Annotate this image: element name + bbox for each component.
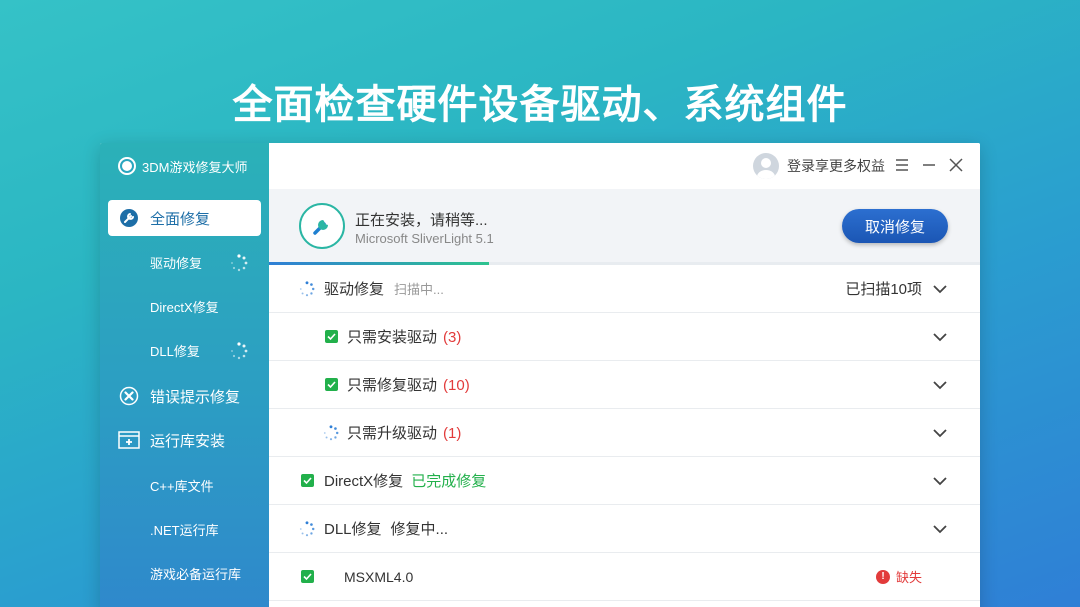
checkbox-checked-icon[interactable] [323,329,339,345]
row-status: 已完成修复 [411,473,486,490]
row-install-only[interactable]: 只需安装驱动 (3) [269,313,980,361]
title-bar: 登录享更多权益 [269,143,980,189]
app-logo-icon [118,157,136,175]
row-title: 只需安装驱动 [347,329,437,346]
install-box-icon [118,429,140,451]
error-x-icon [118,385,140,407]
missing-label: 缺失 [896,567,922,586]
sidebar-item-dotnet-runtime[interactable]: .NET运行库 [150,520,219,539]
avatar-icon [753,153,779,179]
repair-tool-icon [299,203,345,249]
row-label: 只需升级驱动 (1) [347,422,461,443]
row-msxml[interactable]: MSXML4.0 ! 缺失 [269,553,980,601]
row-title: 驱动修复 [324,281,384,298]
loading-spinner-icon [323,425,339,441]
chevron-down-icon[interactable] [932,281,948,297]
row-title: DLL修复 [324,521,382,538]
wrench-icon [118,207,140,229]
row-dll-repair[interactable]: DLL修复修复中... [269,505,980,553]
missing-status: ! 缺失 [876,567,922,586]
sidebar-item-runtime-install[interactable]: 运行库安装 [108,422,261,458]
sidebar-item-game-runtime[interactable]: 游戏必备运行库 [150,564,241,583]
row-label: DirectX修复已完成修复 [324,470,486,491]
sidebar: 3DM游戏修复大师 全面修复 驱动修复 DirectX修复 DLL修复 错误提示… [100,143,269,607]
login-link[interactable]: 登录享更多权益 [753,153,885,179]
row-label: DLL修复修复中... [324,518,448,539]
menu-icon[interactable] [893,156,911,174]
scan-count: 已扫描10项 [845,278,922,299]
row-title: 只需修复驱动 [347,377,437,394]
sidebar-item-cpp-runtime[interactable]: C++库文件 [150,476,214,495]
row-status: 修复中... [391,521,449,538]
chevron-down-icon[interactable] [932,521,948,537]
chevron-down-icon[interactable] [932,425,948,441]
headline: 全面检查硬件设备驱动、系统组件 [0,72,1080,130]
app-brand: 3DM游戏修复大师 [118,155,247,177]
status-title: 正在安装，请稍等... [355,209,488,230]
status-subtitle: Microsoft SliverLight 5.1 [355,231,494,246]
chevron-down-icon[interactable] [932,329,948,345]
loading-spinner-icon [230,342,248,360]
row-title: DirectX修复 [324,473,403,490]
sidebar-item-label: 运行库安装 [150,430,225,451]
sidebar-item-full-repair[interactable]: 全面修复 [108,200,261,236]
close-icon[interactable] [947,156,965,174]
row-upgrade-only[interactable]: 只需升级驱动 (1) [269,409,980,457]
row-count: (1) [443,425,461,442]
minimize-icon[interactable] [920,156,938,174]
checkbox-checked-icon[interactable] [299,569,315,585]
loading-spinner-icon [299,521,315,537]
sidebar-item-label: 错误提示修复 [150,386,240,407]
sidebar-item-dll-repair[interactable]: DLL修复 [150,341,200,360]
install-status-panel: 正在安装，请稍等... Microsoft SliverLight 5.1 取消… [269,189,980,263]
alert-icon: ! [876,570,890,584]
row-title: 只需升级驱动 [347,425,437,442]
row-count: (10) [443,377,470,394]
cancel-repair-button[interactable]: 取消修复 [842,209,948,243]
chevron-down-icon[interactable] [932,377,948,393]
row-label: 只需修复驱动 (10) [347,374,470,395]
row-title: MSXML4.0 [344,569,413,585]
app-window: 3DM游戏修复大师 全面修复 驱动修复 DirectX修复 DLL修复 错误提示… [100,143,980,607]
row-repair-only[interactable]: 只需修复驱动 (10) [269,361,980,409]
row-label: 只需安装驱动 (3) [347,326,461,347]
app-title: 3DM游戏修复大师 [142,157,247,176]
chevron-down-icon[interactable] [932,473,948,489]
sidebar-item-error-repair[interactable]: 错误提示修复 [108,378,261,414]
checkbox-checked-icon[interactable] [299,473,315,489]
row-driver-repair[interactable]: 驱动修复扫描中... 已扫描10项 [269,265,980,313]
row-status: 扫描中... [394,282,444,297]
loading-spinner-icon [299,281,315,297]
loading-spinner-icon [230,254,248,272]
sidebar-item-label: 全面修复 [150,208,210,229]
row-directx-repair[interactable]: DirectX修复已完成修复 [269,457,980,505]
row-label: 驱动修复扫描中... [324,278,444,299]
row-count: (3) [443,329,461,346]
sidebar-item-directx-repair[interactable]: DirectX修复 [150,297,219,316]
sidebar-item-driver-repair[interactable]: 驱动修复 [150,253,202,272]
checkbox-checked-icon[interactable] [323,377,339,393]
main-panel: 登录享更多权益 正在安装，请稍等... Microsoft SliverLigh… [269,143,980,607]
login-label: 登录享更多权益 [787,156,885,176]
